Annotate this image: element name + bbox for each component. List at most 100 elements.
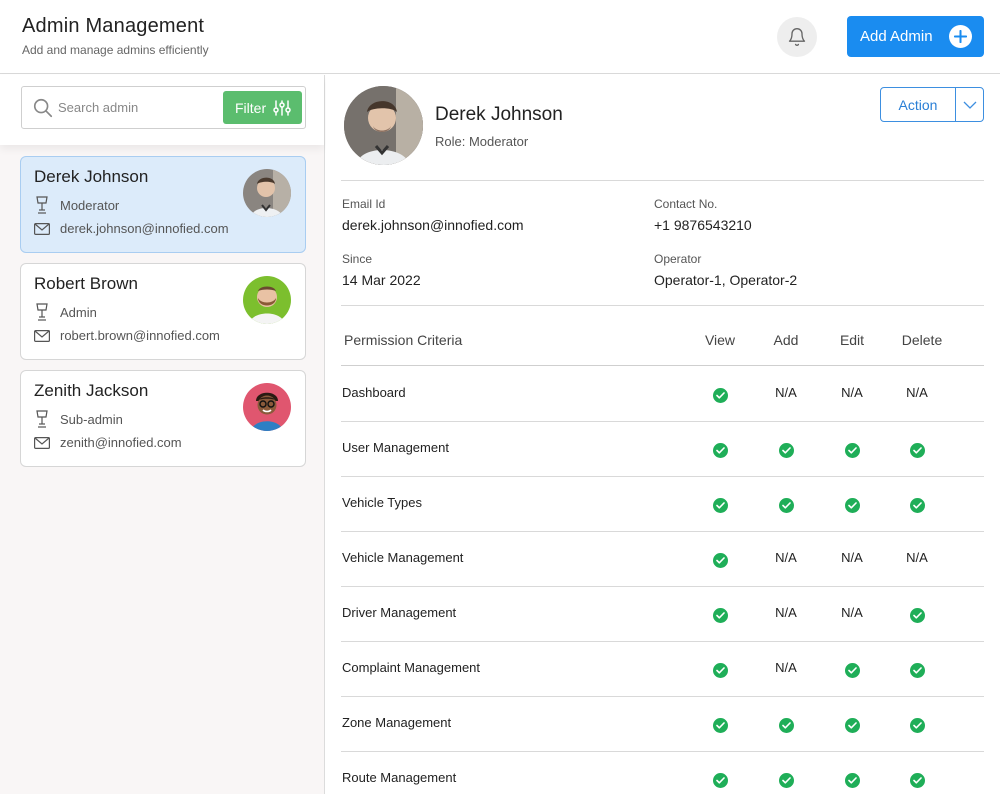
permission-check-cell	[690, 718, 750, 733]
action-dropdown[interactable]: Action	[880, 87, 984, 122]
add-admin-button[interactable]: Add Admin	[847, 16, 984, 57]
permission-na-cell: N/A	[906, 385, 928, 400]
check-circle-icon	[844, 718, 860, 733]
check-circle-icon	[909, 718, 925, 733]
check-circle-icon	[844, 498, 860, 513]
since-value: 14 Mar 2022	[342, 272, 421, 288]
profile-avatar	[344, 86, 423, 165]
permission-check-cell	[756, 718, 816, 733]
admin-email-row: robert.brown@innofied.com	[34, 328, 220, 343]
row-divider	[341, 751, 984, 752]
permission-name: Driver Management	[342, 605, 457, 620]
check-circle-icon	[909, 773, 925, 788]
admin-name: Zenith Jackson	[34, 381, 149, 400]
permission-name: Vehicle Management	[342, 550, 464, 565]
permission-check-cell	[690, 553, 750, 568]
permission-name: Route Management	[342, 770, 457, 785]
permission-check-cell	[690, 663, 750, 678]
plus-circle-icon	[949, 25, 972, 48]
check-circle-icon	[844, 663, 860, 678]
role-icon	[36, 303, 48, 321]
admin-card[interactable]: Zenith Jackson Sub-admin zenith@innofied…	[20, 370, 306, 467]
permission-check-cell	[887, 718, 947, 733]
search-bar-container: Filter	[0, 75, 324, 145]
search-input[interactable]	[58, 87, 218, 128]
check-circle-icon	[778, 498, 794, 513]
permission-header-delete: Delete	[901, 332, 943, 348]
action-caret-button[interactable]	[956, 88, 983, 121]
permission-na-cell: N/A	[841, 385, 863, 400]
check-circle-icon	[712, 498, 728, 513]
check-circle-icon	[909, 608, 925, 623]
permission-name: Complaint Management	[342, 660, 481, 675]
admin-role: Admin	[60, 304, 97, 320]
role-icon	[36, 196, 48, 214]
check-circle-icon	[844, 443, 860, 458]
contact-label: Contact No.	[654, 197, 718, 211]
permission-na-cell: N/A	[906, 550, 928, 565]
permission-check-cell	[756, 498, 816, 513]
filter-button[interactable]: Filter	[223, 91, 302, 124]
notifications-button[interactable]	[777, 17, 817, 57]
check-circle-icon	[712, 718, 728, 733]
admin-detail-panel: Derek Johnson Role: Moderator Action Ema…	[326, 75, 1000, 794]
since-label: Since	[342, 252, 373, 266]
admin-role-row: Admin	[34, 303, 97, 321]
permission-check-cell	[690, 608, 750, 623]
check-circle-icon	[778, 443, 794, 458]
admin-name: Robert Brown	[34, 274, 138, 293]
mail-icon	[34, 222, 50, 235]
app-header: Admin Management Add and manage admins e…	[0, 0, 1000, 74]
admin-email-row: zenith@innofied.com	[34, 435, 182, 450]
divider	[341, 365, 984, 366]
filter-sliders-icon	[273, 99, 291, 116]
permission-name: User Management	[342, 440, 449, 455]
divider	[341, 180, 984, 181]
permission-na-cell: N/A	[775, 605, 797, 620]
admin-email: zenith@innofied.com	[60, 435, 182, 450]
chevron-down-icon	[963, 101, 976, 109]
permission-check-cell	[887, 498, 947, 513]
check-circle-icon	[778, 773, 794, 788]
row-divider	[341, 476, 984, 477]
permission-header-add: Add	[773, 332, 799, 348]
check-circle-icon	[844, 773, 860, 788]
permission-header-view: View	[704, 332, 736, 348]
permission-name: Vehicle Types	[342, 495, 422, 510]
permission-name: Dashboard	[342, 385, 406, 400]
permission-na-cell: N/A	[841, 550, 863, 565]
contact-value: +1 9876543210	[654, 217, 752, 233]
admin-role: Sub-admin	[60, 411, 123, 427]
permission-na-cell: N/A	[775, 385, 797, 400]
check-circle-icon	[778, 718, 794, 733]
admin-list-sidebar: Filter Derek Johnson Moderator derek.joh…	[0, 75, 325, 794]
action-button[interactable]: Action	[881, 88, 956, 121]
profile-name: Derek Johnson	[435, 104, 563, 125]
permission-check-cell	[690, 388, 750, 403]
bell-icon	[788, 28, 806, 46]
permission-check-cell	[690, 773, 750, 788]
check-circle-icon	[712, 553, 728, 568]
permission-check-cell	[822, 498, 882, 513]
search-icon	[33, 98, 53, 118]
permission-header-criteria: Permission Criteria	[344, 332, 463, 348]
admin-card[interactable]: Derek Johnson Moderator derek.johnson@in…	[20, 156, 306, 253]
row-divider	[341, 421, 984, 422]
operator-value: Operator-1, Operator-2	[654, 272, 798, 288]
admin-card[interactable]: Robert Brown Admin robert.brown@innofied…	[20, 263, 306, 360]
mail-icon	[34, 436, 50, 449]
check-circle-icon	[909, 498, 925, 513]
profile-role: Role: Moderator	[435, 134, 529, 149]
permission-na-cell: N/A	[775, 660, 797, 675]
check-circle-icon	[909, 663, 925, 678]
mail-icon	[34, 329, 50, 342]
admin-email: derek.johnson@innofied.com	[60, 221, 229, 236]
permission-na-cell: N/A	[841, 605, 863, 620]
check-circle-icon	[712, 773, 728, 788]
permission-check-cell	[822, 663, 882, 678]
permission-check-cell	[690, 498, 750, 513]
permission-check-cell	[887, 663, 947, 678]
permission-name: Zone Management	[342, 715, 452, 730]
row-divider	[341, 531, 984, 532]
divider	[341, 305, 984, 306]
